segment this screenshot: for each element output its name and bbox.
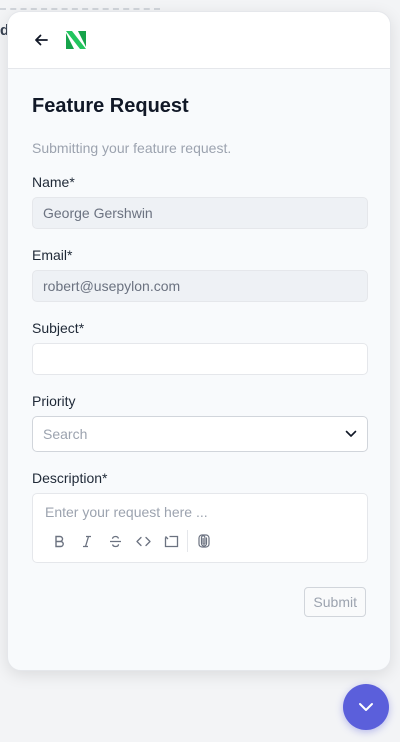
toggle-widget-button[interactable] [343, 684, 389, 730]
attachment-icon [198, 534, 210, 548]
editor-toolbar [45, 530, 355, 552]
email-label: Email* [32, 247, 73, 263]
attachment-button[interactable] [190, 531, 218, 551]
name-field-group: Name* George Gershwin [32, 174, 368, 229]
name-field[interactable]: George Gershwin [32, 197, 368, 229]
subject-field-group: Subject* [32, 320, 368, 375]
name-label: Name* [32, 174, 75, 190]
form-content: Feature Request Submitting your feature … [8, 69, 390, 617]
description-placeholder: Enter your request here ... [45, 504, 208, 520]
widget-header [8, 12, 390, 69]
italic-button[interactable] [73, 531, 101, 551]
submit-row: Submit [32, 587, 366, 617]
description-label: Description* [32, 470, 108, 486]
arrow-left-icon [35, 34, 48, 46]
subject-label: Subject* [32, 320, 85, 336]
submit-button[interactable]: Submit [304, 587, 366, 617]
description-field-group: Description* Enter your request here ... [32, 470, 368, 563]
code-button[interactable] [129, 531, 157, 551]
email-field-group: Email* robert@usepylon.com [32, 247, 368, 302]
email-field[interactable]: robert@usepylon.com [32, 270, 368, 302]
toolbar-divider [187, 530, 188, 552]
priority-field-group: Priority Search [32, 393, 368, 452]
italic-icon [83, 535, 91, 547]
chevron-down-icon [345, 430, 357, 437]
page-subtitle: Submitting your feature request. [32, 140, 232, 156]
code-icon [135, 536, 151, 546]
pylon-logo [66, 31, 86, 49]
code-block-button[interactable] [157, 531, 185, 551]
priority-placeholder: Search [43, 426, 88, 442]
subject-input[interactable] [32, 343, 368, 375]
priority-label: Priority [32, 393, 76, 409]
page-title: Feature Request [32, 95, 189, 117]
back-button[interactable] [32, 31, 50, 49]
support-widget: Feature Request Submitting your feature … [7, 11, 391, 671]
priority-select[interactable]: Search [32, 416, 368, 452]
strikethrough-icon [109, 535, 121, 547]
chevron-down-icon [359, 703, 373, 711]
bold-button[interactable] [45, 531, 73, 551]
strikethrough-button[interactable] [101, 531, 129, 551]
code-block-icon [164, 535, 178, 547]
bold-icon [55, 535, 64, 547]
description-editor[interactable]: Enter your request here ... [32, 493, 368, 563]
